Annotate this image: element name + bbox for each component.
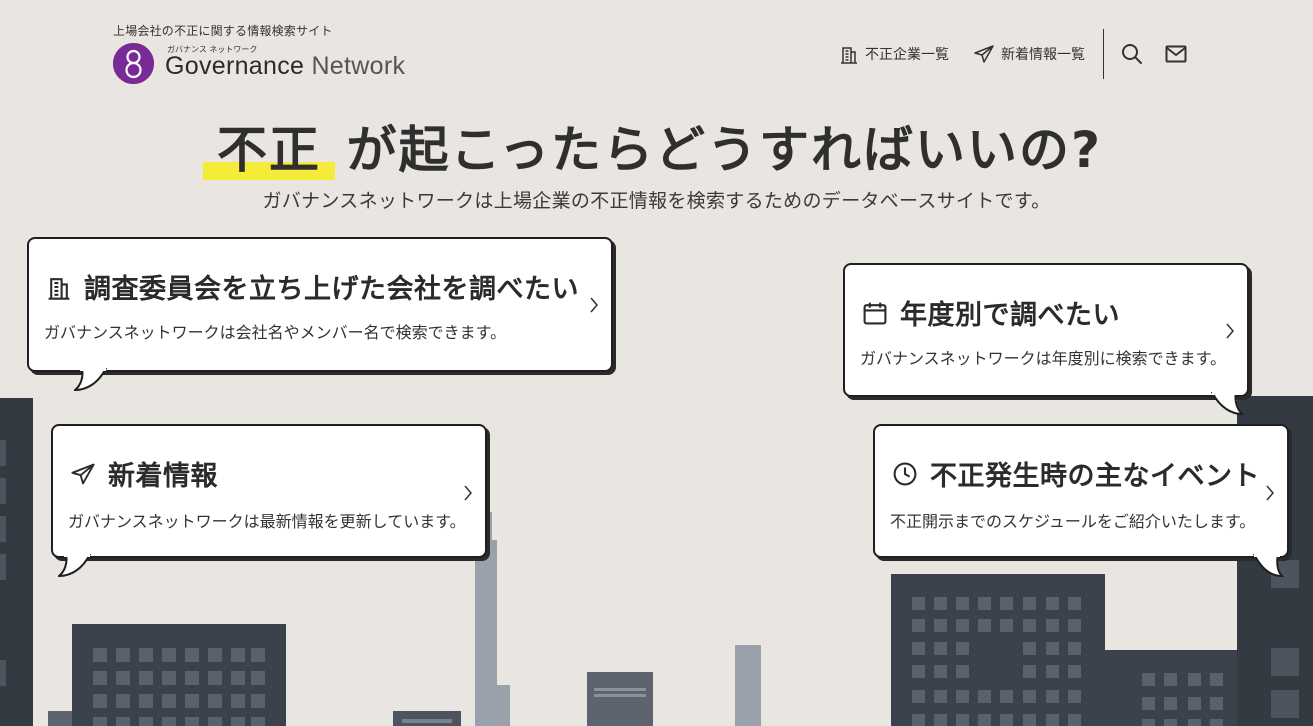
speech-bubble-tail [1210,392,1244,416]
card-description: ガバナンスネットワークは最新情報を更新しています。 [68,512,466,531]
calendar-icon [862,300,888,326]
mail-button[interactable] [1165,45,1187,67]
card-title-text: 不正発生時の主なイベント [930,461,1260,492]
hero-title-highlight: 不正 [203,110,336,182]
chevron-right-icon [1266,485,1274,501]
building-icon [46,274,72,300]
card-title: 調査委員会を立ち上げた会社を調べたい [46,267,579,306]
card-fraud-events[interactable]: 不正発生時の主なイベント 不正開示までのスケジュールをご紹介いたします。 [873,424,1289,558]
site-logo[interactable]: ガバナンス ネットワーク Governance Network [113,43,405,84]
building-icon [841,47,857,64]
speech-bubble-tail [1252,554,1285,578]
logo-mark-icon [113,43,154,84]
hero-title-rest: が起こったらどうすればいいの? [346,121,1102,179]
chevron-right-icon [1226,323,1234,339]
speech-bubble-tail [74,368,108,392]
card-investigation-companies[interactable]: 調査委員会を立ち上げた会社を調べたい ガバナンスネットワークは会社名やメンバー名… [27,237,613,372]
card-title-text: 年度別で調べたい [900,300,1120,331]
logo-word-network: Network [311,52,406,80]
card-title-text: 新着情報 [108,461,218,492]
paper-plane-icon [974,45,994,63]
card-title: 新着情報 [70,454,218,493]
card-description: 不正開示までのスケジュールをご紹介いたします。 [890,512,1256,531]
hero-subtitle: ガバナンスネットワークは上場企業の不正情報を検索するためのデータベースサイトです… [262,190,1051,212]
card-title: 不正発生時の主なイベント [892,454,1260,493]
search-icon [1122,44,1142,64]
nav-news-link[interactable]: 新着情報一覧 [973,44,1085,64]
card-by-year[interactable]: 年度別で調べたい ガバナンスネットワークは年度別に検索できます。 [843,263,1249,397]
paper-plane-icon [70,461,96,487]
logo-word-governance: Governance [165,52,305,80]
site-tagline: 上場会社の不正に関する情報検索サイト [113,24,333,38]
card-news[interactable]: 新着情報 ガバナンスネットワークは最新情報を更新しています。 [51,424,487,558]
nav-companies-label: 不正企業一覧 [865,47,949,63]
logo-wordmark: Governance Network [165,52,405,81]
nav-news-label: 新着情報一覧 [1001,47,1085,63]
clock-icon [892,461,918,487]
chevron-right-icon [590,297,598,313]
nav-divider [1103,29,1104,79]
card-title-text: 調査委員会を立ち上げた会社を調べたい [84,274,579,305]
mail-icon [1165,45,1187,63]
card-description: ガバナンスネットワークは会社名やメンバー名で検索できます。 [44,323,507,342]
chevron-right-icon [464,485,472,501]
speech-bubble-tail [58,554,92,578]
hero-title: 不正 が起こったらどうすればいいの? [0,110,1313,182]
card-title: 年度別で調べたい [862,293,1120,332]
card-description: ガバナンスネットワークは年度別に検索できます。 [860,349,1227,368]
search-button[interactable] [1121,43,1143,69]
nav-companies-link[interactable]: 不正企業一覧 [839,44,949,64]
